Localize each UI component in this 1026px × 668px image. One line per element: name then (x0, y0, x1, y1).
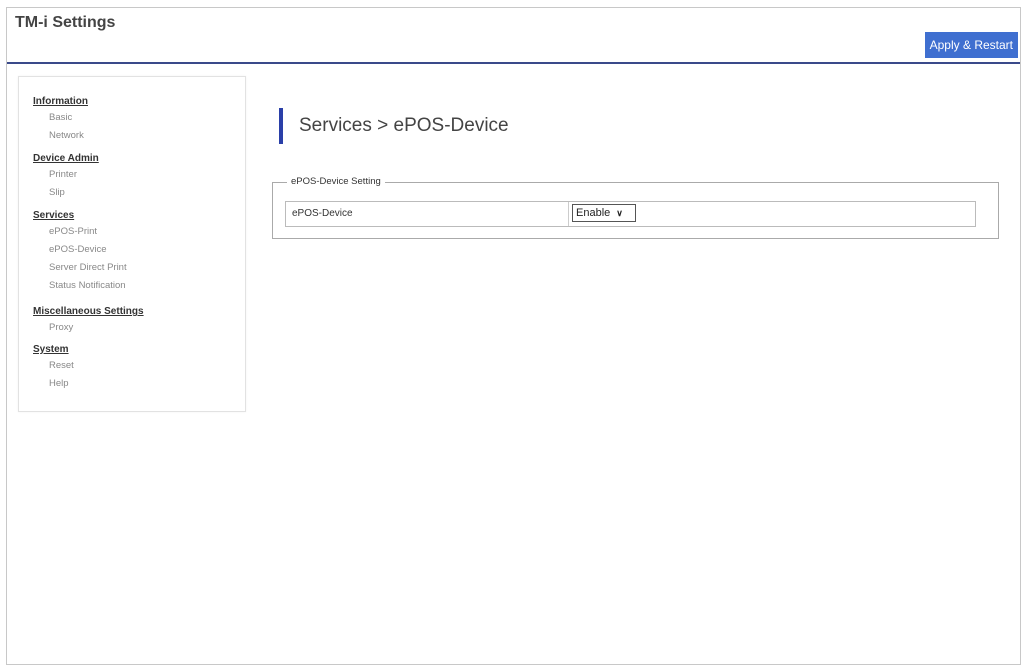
nav-heading-system[interactable]: System (33, 342, 74, 357)
nav-heading-services[interactable]: Services (33, 208, 127, 223)
nav-item-epos-print[interactable]: ePOS-Print (33, 223, 127, 241)
nav-item-slip[interactable]: Slip (33, 184, 99, 202)
epos-device-select[interactable]: Enable ∨ (572, 204, 636, 222)
page-heading: Services > ePOS-Device (279, 108, 509, 144)
app-title: TM-i Settings (15, 14, 116, 31)
nav-item-status-notification[interactable]: Status Notification (33, 277, 127, 295)
setting-value-cell: Enable ∨ (569, 202, 636, 226)
nav-item-network[interactable]: Network (33, 127, 88, 145)
fieldset-legend: ePOS-Device Setting (287, 176, 385, 187)
nav-section-miscellaneous: Miscellaneous Settings Proxy (33, 304, 144, 337)
app-header: TM-i Settings Apply & Restart (7, 8, 1020, 64)
page-title: Services > ePOS-Device (299, 115, 509, 136)
setting-row-epos-device: ePOS-Device Enable ∨ (285, 201, 976, 227)
nav-item-reset[interactable]: Reset (33, 357, 74, 375)
nav-item-printer[interactable]: Printer (33, 166, 99, 184)
apply-restart-button[interactable]: Apply & Restart (924, 32, 1018, 58)
nav-item-epos-device[interactable]: ePOS-Device (33, 241, 127, 259)
nav-item-basic[interactable]: Basic (33, 109, 88, 127)
heading-accent-bar (279, 108, 283, 144)
nav-heading-device-admin[interactable]: Device Admin (33, 151, 99, 166)
nav-section-system: System Reset Help (33, 342, 74, 393)
nav-section-services: Services ePOS-Print ePOS-Device Server D… (33, 208, 127, 295)
nav-section-information: Information Basic Network (33, 94, 88, 145)
epos-device-setting-group: ePOS-Device Setting ePOS-Device Enable ∨ (272, 176, 999, 239)
select-value: Enable (576, 207, 611, 219)
nav-item-proxy[interactable]: Proxy (33, 319, 144, 337)
nav-item-help[interactable]: Help (33, 375, 74, 393)
chevron-down-icon: ∨ (616, 207, 623, 218)
setting-label: ePOS-Device (286, 202, 569, 226)
nav-item-server-direct-print[interactable]: Server Direct Print (33, 259, 127, 277)
nav-section-device-admin: Device Admin Printer Slip (33, 151, 99, 202)
nav-heading-miscellaneous[interactable]: Miscellaneous Settings (33, 304, 144, 319)
nav-heading-information[interactable]: Information (33, 94, 88, 109)
